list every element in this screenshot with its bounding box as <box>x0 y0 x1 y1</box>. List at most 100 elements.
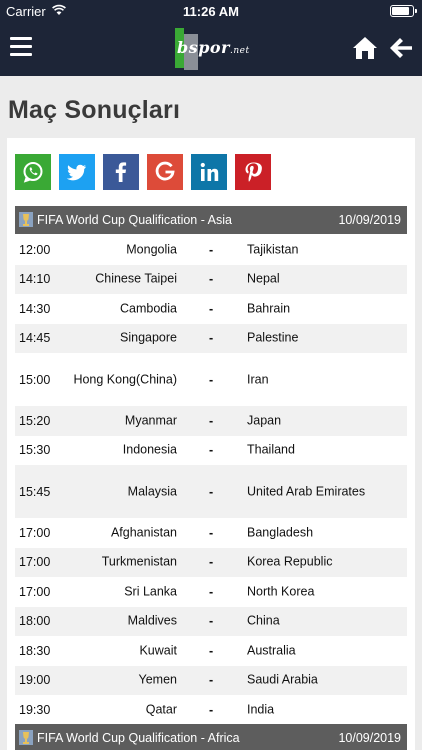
home-team: Maldives <box>127 613 177 628</box>
hamburger-menu-icon[interactable] <box>10 37 32 57</box>
match-row[interactable]: 19:00 Yemen - Saudi Arabia <box>15 665 407 695</box>
league-name: FIFA World Cup Qualification - Asia <box>37 213 232 227</box>
score-separator: - <box>209 413 214 428</box>
match-row[interactable]: 15:30 Indonesia - Thailand <box>15 436 407 466</box>
home-team: Turkmenistan <box>101 554 177 569</box>
away-team: Saudi Arabia <box>247 672 318 687</box>
arrow-left-icon[interactable] <box>389 36 413 60</box>
score-separator: - <box>209 555 214 570</box>
away-team: United Arab Emirates <box>247 484 366 498</box>
trophy-icon <box>19 730 33 745</box>
status-bar: Carrier 11:26 AM <box>0 0 422 22</box>
top-navbar: bspor.net <box>0 22 422 76</box>
league-name: FIFA World Cup Qualification - Africa <box>37 731 240 745</box>
home-team: Mongolia <box>126 242 177 257</box>
away-team: Tajikistan <box>247 242 299 257</box>
logo-suffix: .net <box>229 46 250 56</box>
linkedin-share-button[interactable] <box>191 154 227 190</box>
match-row[interactable]: 12:00 Mongolia - Tajikistan <box>15 235 407 265</box>
score-separator: - <box>209 272 214 287</box>
home-team: Indonesia <box>122 442 177 457</box>
match-row[interactable]: 15:20 Myanmar - Japan <box>15 406 407 436</box>
match-time: 19:30 <box>19 702 51 717</box>
score-separator: - <box>209 443 214 458</box>
match-time: 15:00 <box>19 372 51 387</box>
page-title: Maç Sonuçları <box>8 96 181 124</box>
match-row[interactable]: 17:00 Turkmenistan - Korea Republic <box>15 547 407 577</box>
score-separator: - <box>209 301 214 316</box>
match-time: 15:30 <box>19 443 51 458</box>
home-team: Hong Kong(China) <box>73 372 177 386</box>
match-time: 15:45 <box>19 484 51 499</box>
league-date: 10/09/2019 <box>338 731 401 745</box>
facebook-icon <box>103 154 139 190</box>
battery-icon <box>390 5 417 17</box>
home-team: Qatar <box>145 702 177 717</box>
clock: 11:26 AM <box>183 4 239 19</box>
home-team: Cambodia <box>120 301 177 316</box>
league-date: 10/09/2019 <box>338 213 401 227</box>
match-time: 17:00 <box>19 584 51 599</box>
score-separator: - <box>209 584 214 599</box>
twitter-share-button[interactable] <box>59 154 95 190</box>
match-row[interactable]: 14:30 Cambodia - Bahrain <box>15 294 407 324</box>
score-separator: - <box>209 525 214 540</box>
pinterest-icon <box>235 154 271 190</box>
pinterest-share-button[interactable] <box>235 154 271 190</box>
match-row[interactable]: 17:00 Sri Lanka - North Korea <box>15 577 407 607</box>
match-row[interactable]: 15:00 Hong Kong(China) - Iran <box>15 353 407 406</box>
match-row[interactable]: 14:45 Singapore - Palestine <box>15 323 407 353</box>
match-time: 18:30 <box>19 643 51 658</box>
score-separator: - <box>209 484 214 499</box>
home-team: Sri Lanka <box>124 584 177 599</box>
match-time: 14:10 <box>19 272 51 287</box>
away-team: North Korea <box>247 584 315 599</box>
home-team: Myanmar <box>124 413 177 428</box>
whatsapp-icon <box>15 154 51 190</box>
away-team: Bangladesh <box>247 525 314 540</box>
home-team: Yemen <box>138 672 177 687</box>
match-time: 14:45 <box>19 331 51 346</box>
match-time: 18:00 <box>19 614 51 629</box>
match-row[interactable]: 18:00 Maldives - China <box>15 606 407 636</box>
league-header[interactable]: FIFA World Cup Qualification - Asia 10/0… <box>15 206 407 234</box>
league-header[interactable]: FIFA World Cup Qualification - Africa 10… <box>15 724 407 750</box>
battery-level <box>392 7 409 15</box>
home-icon[interactable] <box>352 35 378 61</box>
score-separator: - <box>209 331 214 346</box>
score-separator: - <box>209 673 214 688</box>
home-team: Malaysia <box>127 484 177 498</box>
linkedin-icon <box>191 154 227 190</box>
results-card: FIFA World Cup Qualification - Asia 10/0… <box>7 138 415 750</box>
whatsapp-share-button[interactable] <box>15 154 51 190</box>
match-row[interactable]: 15:45 Malaysia - United Arab Emirates <box>15 465 407 518</box>
home-team: Singapore <box>120 330 177 345</box>
match-row[interactable]: 19:30 Qatar - India <box>15 695 407 725</box>
away-team: Iran <box>247 372 269 386</box>
score-separator: - <box>209 242 214 257</box>
match-row[interactable]: 18:30 Kuwait - Australia <box>15 636 407 666</box>
away-team: Bahrain <box>247 301 291 316</box>
away-team: India <box>247 702 275 717</box>
site-logo[interactable]: bspor.net <box>175 28 255 72</box>
score-separator: - <box>209 372 214 387</box>
score-separator: - <box>209 614 214 629</box>
match-time: 14:30 <box>19 301 51 316</box>
match-row[interactable]: 17:00 Afghanistan - Bangladesh <box>15 518 407 548</box>
logo-text: bspor <box>177 38 230 57</box>
trophy-icon <box>19 212 33 227</box>
home-team: Kuwait <box>139 643 177 658</box>
match-time: 19:00 <box>19 673 51 688</box>
score-separator: - <box>209 643 214 658</box>
home-team: Chinese Taipei <box>95 271 177 286</box>
match-list: 12:00 Mongolia - Tajikistan 14:10 Chinese Tai… <box>15 235 407 725</box>
away-team: Japan <box>247 413 282 428</box>
away-team: Korea Republic <box>247 554 333 569</box>
away-team: China <box>247 613 280 628</box>
match-row[interactable]: 14:10 Chinese Taipei - Nepal <box>15 264 407 294</box>
twitter-icon <box>59 154 95 190</box>
home-team: Afghanistan <box>110 525 177 540</box>
google-icon <box>147 154 183 190</box>
google-share-button[interactable] <box>147 154 183 190</box>
facebook-share-button[interactable] <box>103 154 139 190</box>
